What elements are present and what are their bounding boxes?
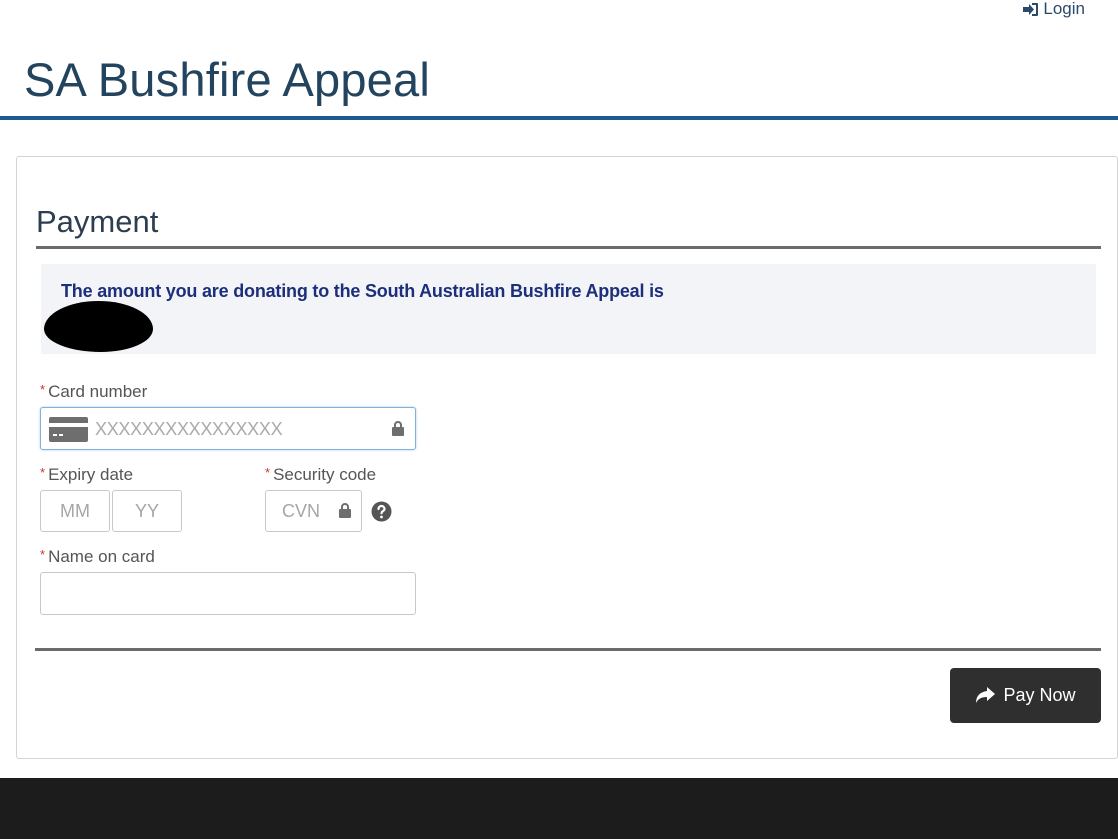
form-divider [35,648,1101,651]
login-link[interactable]: Login [1022,0,1085,18]
lock-icon [339,503,351,518]
required-marker: * [40,382,46,397]
header-divider [0,116,1118,120]
credit-card-icon [49,417,88,442]
card-number-label: * Card number [40,382,148,401]
required-marker: * [40,465,46,480]
amount-notice: The amount you are donating to the South… [41,264,1096,354]
name-on-card-input[interactable] [40,572,416,615]
card-number-placeholder: XXXXXXXXXXXXXXXX [95,419,283,439]
lock-icon [392,421,404,436]
pay-now-button[interactable]: Pay Now [950,668,1101,723]
name-on-card-label: * Name on card [40,547,155,566]
question-circle-icon[interactable] [371,501,392,522]
share-arrow-icon [976,687,996,703]
page-footer [0,778,1118,839]
login-label: Login [1043,0,1085,18]
pay-now-label: Pay Now [1003,685,1076,705]
required-marker: * [40,547,46,562]
redacted-amount [44,301,153,352]
security-code-input[interactable]: CVN [265,490,362,532]
site-title: SA Bushfire Appeal [24,53,430,106]
expiry-month-placeholder: MM [60,500,90,521]
expiry-year-input[interactable]: YY [112,490,182,532]
amount-message: The amount you are donating to the South… [61,281,664,301]
expiry-date-label: * Expiry date [40,465,134,484]
security-code-label: * Security code [265,465,377,484]
required-marker: * [265,465,271,480]
expiry-month-input[interactable]: MM [40,490,110,532]
expiry-year-placeholder: YY [134,500,159,521]
card-number-input[interactable]: XXXXXXXXXXXXXXXX [40,407,416,450]
sign-in-icon [1023,2,1039,16]
section-divider [36,246,1101,249]
payment-panel: Payment The amount you are donating to t… [16,156,1118,759]
security-code-placeholder: CVN [282,501,321,521]
section-title: Payment [36,204,159,239]
